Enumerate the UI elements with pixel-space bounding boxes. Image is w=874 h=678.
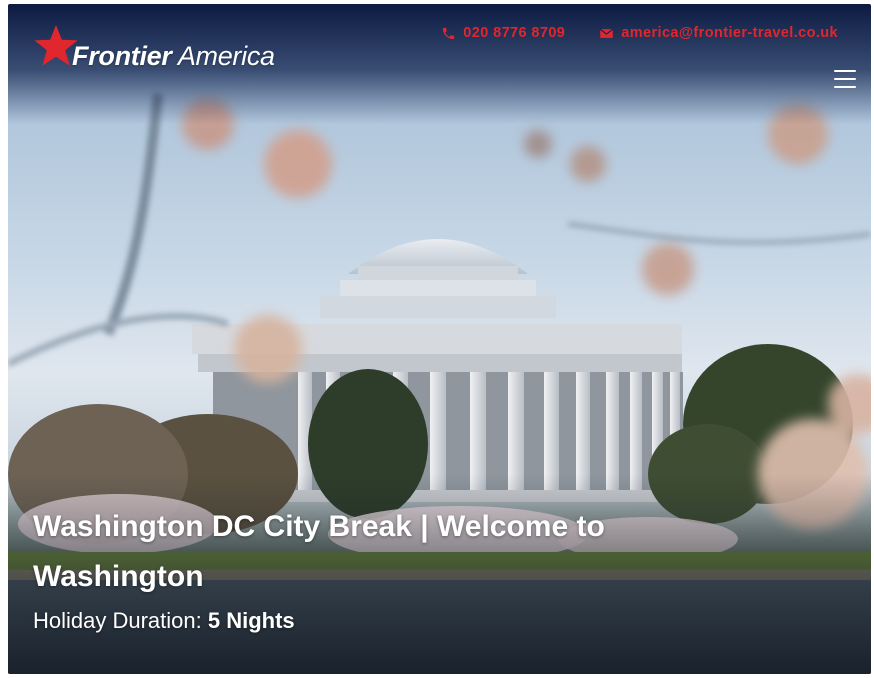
hamburger-menu-icon[interactable] xyxy=(834,70,856,88)
logo-text-bold: Frontier xyxy=(72,41,172,71)
phone-link[interactable]: 020 8776 8709 xyxy=(441,25,565,41)
contact-bar: 020 8776 8709 america@frontier-travel.co… xyxy=(441,25,838,41)
site-logo[interactable]: Frontier America xyxy=(32,22,275,72)
page-title: Washington DC City Break | Welcome to Wa… xyxy=(33,510,605,593)
email-address: america@frontier-travel.co.uk xyxy=(621,25,838,41)
logo-text-regular: America xyxy=(177,41,275,71)
logo-wordmark: Frontier America xyxy=(72,41,275,72)
holiday-duration: Holiday Duration: 5 Nights xyxy=(33,608,721,634)
menu-bar-middle xyxy=(834,78,856,80)
envelope-icon xyxy=(600,28,614,38)
phone-icon xyxy=(443,27,455,39)
menu-bar-top xyxy=(834,70,856,72)
duration-label: Holiday Duration: xyxy=(33,608,202,633)
phone-number: 020 8776 8709 xyxy=(463,25,566,41)
email-link[interactable]: america@frontier-travel.co.uk xyxy=(599,25,838,41)
hero-caption: Washington DC City Break | Welcome to Wa… xyxy=(33,502,721,634)
duration-value: 5 Nights xyxy=(207,608,295,633)
hero-banner: Frontier America 020 8776 8709 america@f… xyxy=(8,4,871,674)
menu-bar-bottom xyxy=(834,86,856,88)
